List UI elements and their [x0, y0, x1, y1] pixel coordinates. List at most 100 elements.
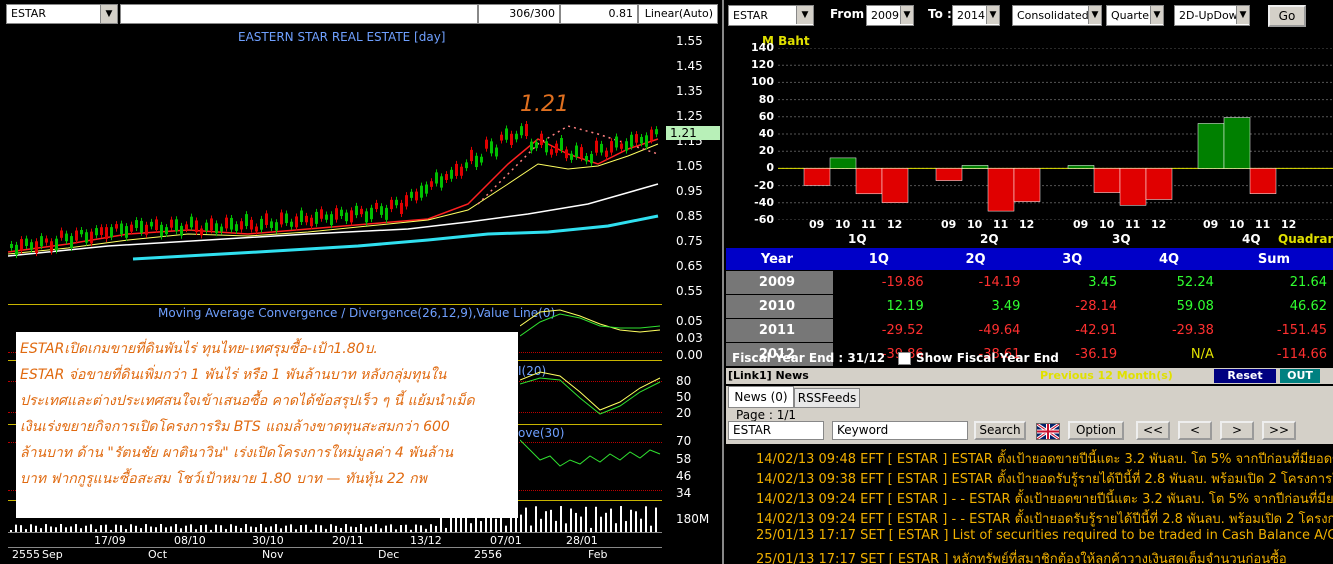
chevron-down-icon[interactable]: ▼ — [986, 6, 999, 24]
last-page-button[interactable]: >> — [1262, 421, 1296, 440]
from-year-select[interactable]: 2009 ▼ — [866, 5, 914, 26]
chart-mode-select[interactable]: 2D-UpDown ▼ — [1174, 5, 1250, 26]
volume-bar — [305, 524, 307, 532]
table-row: 2011 -29.52 -49.64 -42.91 -29.38 -151.45 — [726, 318, 1333, 343]
symbol-select[interactable]: ESTAR ▼ — [6, 4, 118, 24]
scale-mode[interactable]: Linear(Auto) — [638, 4, 718, 24]
candle-body — [645, 135, 648, 147]
chevron-down-icon[interactable]: ▼ — [1088, 6, 1101, 24]
quarter-bar — [881, 168, 909, 203]
chevron-down-icon[interactable]: ▼ — [900, 6, 913, 24]
candle-body — [405, 195, 408, 207]
cell-q2: -14.19 — [929, 270, 1027, 295]
news-item[interactable]: 25/01/13 17:17 SET [ ESTAR ] List of sec… — [756, 528, 1333, 543]
volume-bar — [575, 512, 577, 532]
candle-body — [595, 140, 598, 153]
volume-bar — [375, 524, 377, 532]
volume-bar — [60, 524, 62, 532]
volume-bar — [205, 524, 207, 532]
quarter-bar — [1223, 117, 1251, 169]
year-tick: 10 — [1229, 218, 1245, 231]
rsi-tick-50: 50 — [676, 390, 692, 404]
price-y-tick: 0.95 — [676, 184, 703, 198]
reset-button[interactable]: Reset — [1214, 369, 1276, 383]
year-tick: 09 — [1073, 218, 1089, 231]
volume-bar — [525, 507, 527, 532]
candle-body — [535, 142, 538, 149]
candle-body — [425, 184, 428, 194]
candle-body — [605, 150, 608, 157]
option-button[interactable]: Option — [1068, 421, 1124, 440]
candle-body — [395, 199, 398, 206]
candle-body — [465, 162, 468, 169]
chevron-down-icon[interactable]: ▼ — [796, 6, 813, 24]
bar-y-tick: 40 — [758, 127, 774, 140]
bar-y-tick: 20 — [758, 144, 774, 158]
to-year-select[interactable]: 2014 ▼ — [952, 5, 1000, 26]
vol-tick-46: 46 — [676, 469, 692, 483]
candle-body — [135, 220, 138, 228]
period-select[interactable]: Quarter ▼ — [1106, 5, 1164, 26]
tab-news[interactable]: News (0) — [728, 386, 794, 408]
cell-q4: 59.08 — [1123, 294, 1220, 319]
news-item[interactable]: 14/02/13 09:24 EFT [ ESTAR ] - - ESTAR ต… — [756, 508, 1333, 529]
show-fiscal-checkbox[interactable] — [898, 352, 911, 365]
chevron-down-icon[interactable]: ▼ — [1150, 6, 1163, 24]
candle-body — [390, 199, 393, 210]
chevron-down-icon[interactable]: ▼ — [100, 5, 117, 23]
next-page-button[interactable]: > — [1220, 421, 1254, 440]
first-page-button[interactable]: << — [1136, 421, 1170, 440]
search-button[interactable]: Search — [974, 421, 1026, 440]
candle-body — [130, 224, 133, 232]
x-date-3: 30/10 — [252, 534, 284, 547]
cell-sum: 21.64 — [1219, 270, 1333, 295]
candle-body — [430, 181, 433, 187]
consolidation-select[interactable]: Consolidated ▼ — [1012, 5, 1102, 26]
news-item[interactable]: 14/02/13 09:24 EFT [ ESTAR ] - - ESTAR ต… — [756, 488, 1333, 509]
news-symbol-input[interactable]: ESTAR — [728, 421, 824, 440]
candle-body — [380, 206, 383, 215]
news-item[interactable]: 25/01/13 17:17 SET [ ESTAR ] หลักทรัพย์ท… — [756, 548, 1287, 564]
fin-symbol-select[interactable]: ESTAR ▼ — [728, 5, 814, 26]
candle-body — [265, 213, 268, 225]
x-date-5: 13/12 — [410, 534, 442, 547]
volume-bar — [615, 523, 617, 532]
last-price-marker: 1.21 — [666, 126, 720, 140]
candle-body — [240, 221, 243, 230]
candle-body — [175, 219, 178, 232]
candle-body — [220, 226, 223, 232]
volume-bar — [145, 524, 147, 532]
candle-body — [415, 191, 418, 201]
language-flag-icon[interactable] — [1036, 422, 1060, 441]
candle-body — [420, 185, 423, 198]
out-button[interactable]: OUT — [1280, 369, 1320, 383]
volume-bar — [565, 523, 567, 532]
prev-page-button[interactable]: < — [1178, 421, 1212, 440]
tab-rssfeeds[interactable]: RSSFeeds — [794, 388, 860, 408]
news-item[interactable]: 14/02/13 09:38 EFT [ ESTAR ] ESTAR ตั้งเ… — [756, 468, 1333, 489]
candle-body — [155, 219, 158, 231]
cell-q4: N/A — [1123, 342, 1220, 367]
go-button[interactable]: Go — [1268, 5, 1306, 27]
note-line: ประเทศและต่างประเทศสนใจเข้าเสนอซื้อ คาดไ… — [20, 393, 475, 409]
candle-body — [305, 215, 308, 223]
volume-bar — [20, 525, 22, 532]
candle-body — [275, 222, 278, 231]
news-item[interactable]: 14/02/13 09:48 EFT [ ESTAR ] ESTAR ตั้งเ… — [756, 448, 1333, 469]
candle-body — [245, 214, 248, 227]
row-year: 2009 — [726, 270, 833, 295]
quarter-label: 4Q — [1242, 232, 1261, 246]
candle-body — [630, 134, 633, 147]
keyword-input[interactable]: Keyword — [832, 421, 968, 440]
year-tick: 09 — [1203, 218, 1219, 231]
financial-panel: ESTAR ▼ From : 2009 ▼ To : 2014 ▼ Consol… — [726, 0, 1333, 564]
candle-body — [65, 233, 68, 242]
year-tick: 11 — [993, 218, 1009, 231]
bar-y-tick: 100 — [751, 75, 774, 89]
candle-body — [20, 239, 23, 251]
candle-body — [215, 223, 218, 234]
quarter-bar — [1119, 168, 1147, 206]
volume-bar — [495, 518, 497, 532]
chevron-down-icon[interactable]: ▼ — [1236, 6, 1249, 24]
col-4q: 4Q — [1123, 248, 1220, 271]
